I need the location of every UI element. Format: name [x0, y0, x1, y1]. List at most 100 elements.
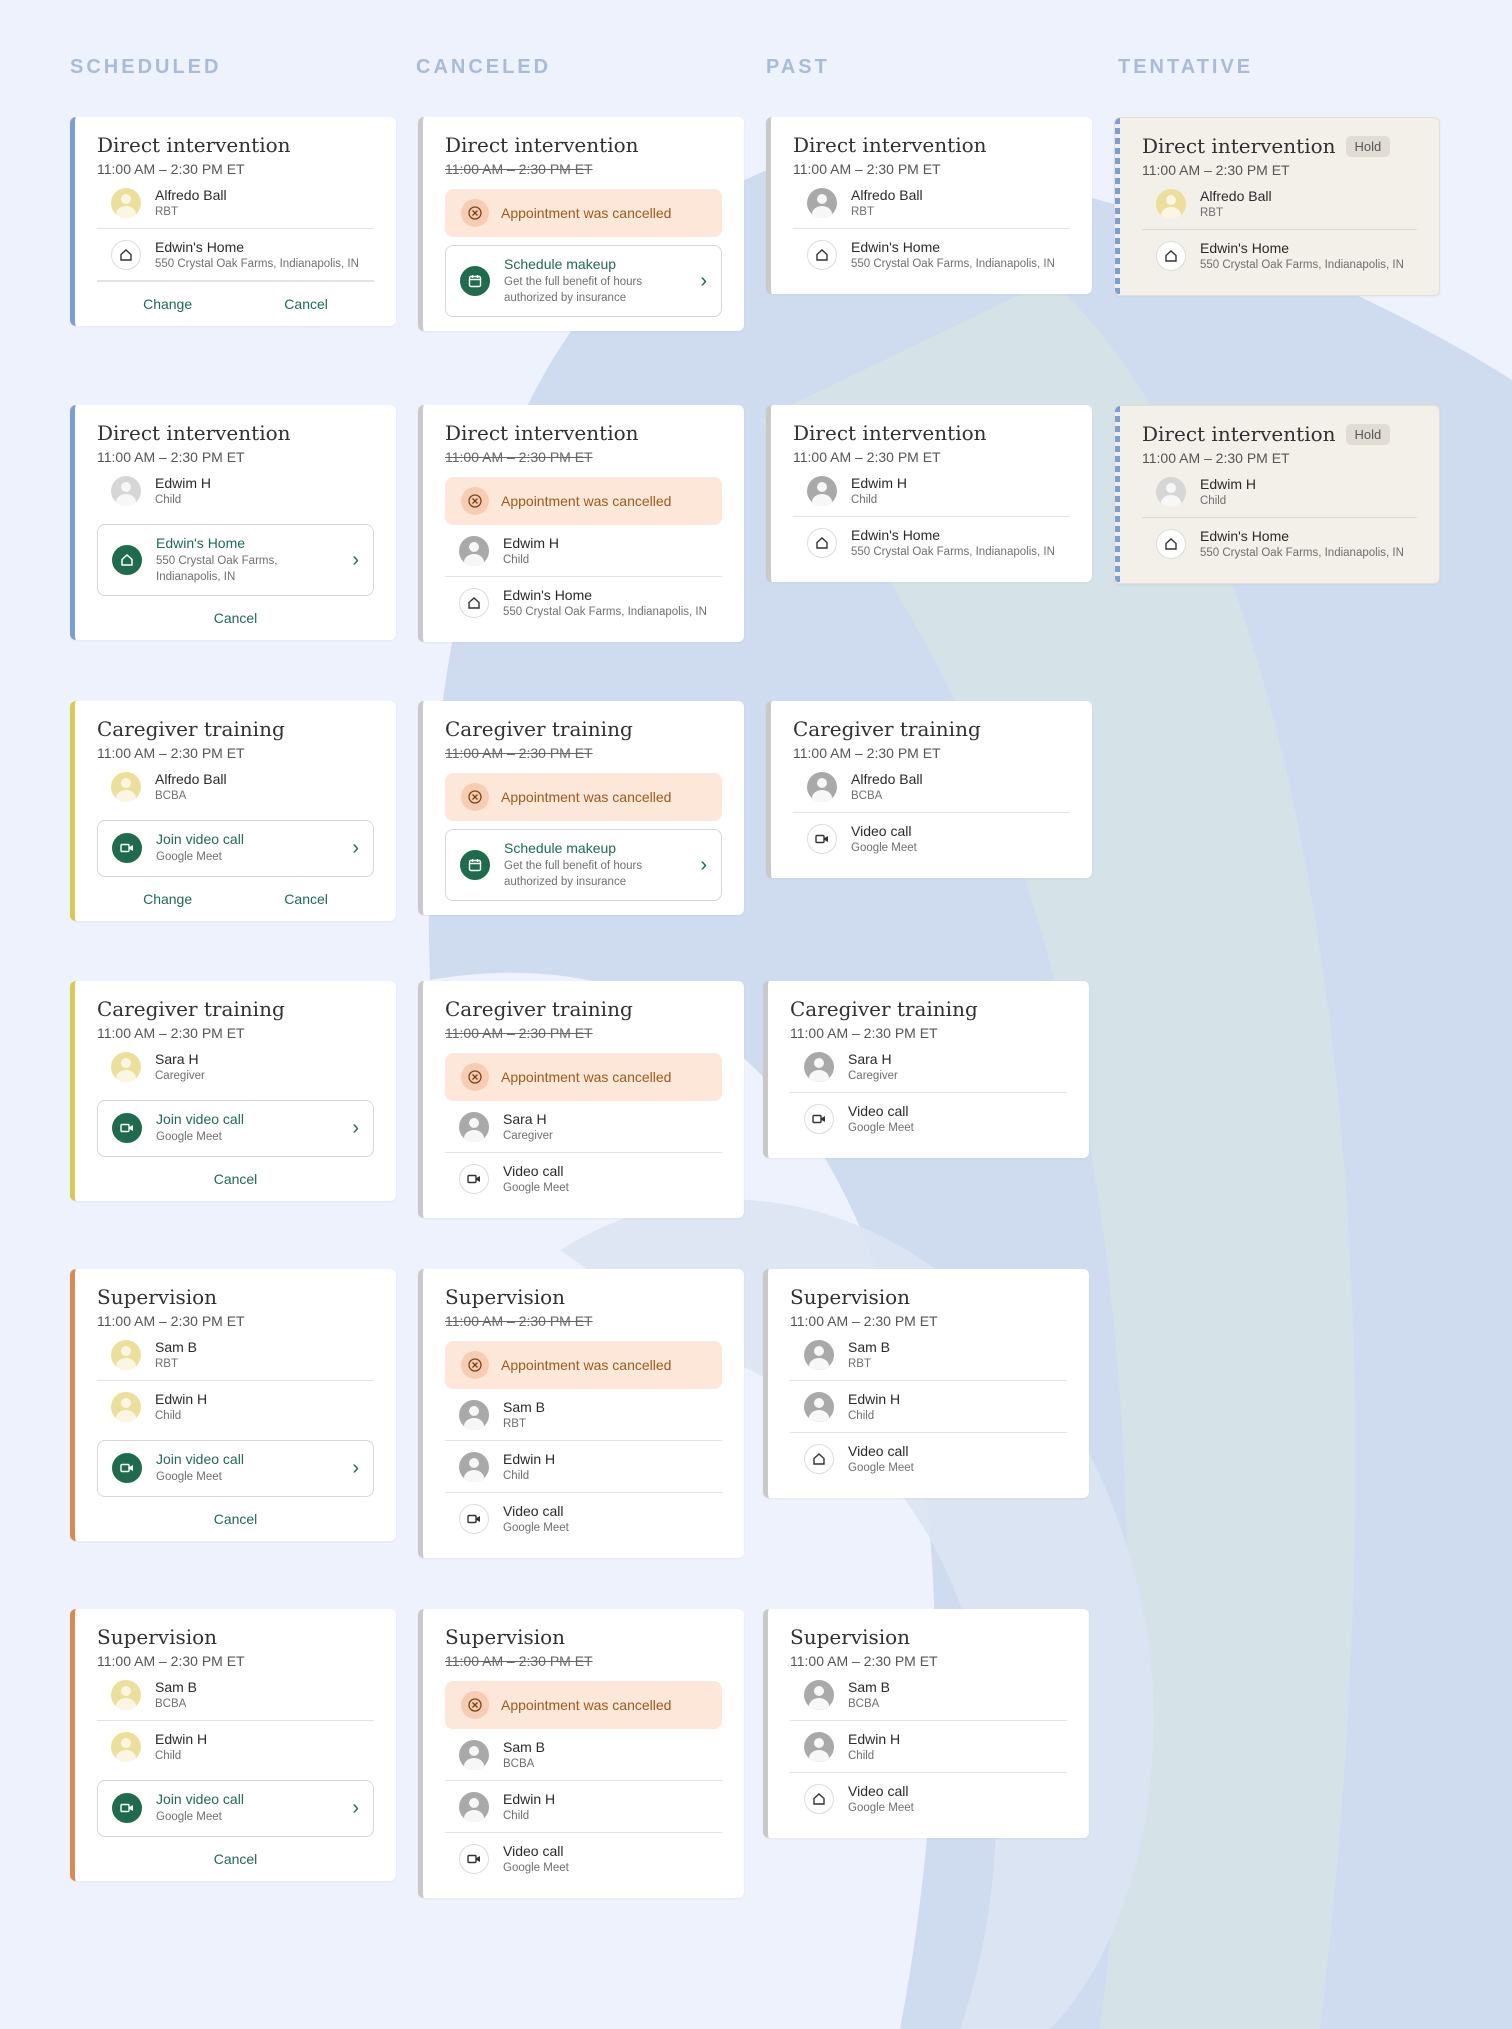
- appointment-card[interactable]: Direct intervention 11:00 AM – 2:30 PM E…: [70, 405, 396, 641]
- cancel-circle-icon: [461, 1063, 489, 1091]
- participant-row: Alfredo Ball RBT: [1142, 178, 1417, 230]
- participant-name: Alfredo Ball: [155, 187, 227, 203]
- avatar: [111, 1391, 141, 1422]
- appointment-card[interactable]: Direct intervention 11:00 AM – 2:30 PM E…: [766, 405, 1092, 582]
- video-camera-icon: [459, 1843, 489, 1874]
- appointment-card[interactable]: Supervision 11:00 AM – 2:30 PM ET Sam B R…: [763, 1269, 1089, 1498]
- appointment-card[interactable]: Caregiver training 11:00 AM – 2:30 PM ET…: [70, 701, 396, 921]
- home-icon: [804, 1443, 834, 1474]
- appointment-card[interactable]: Caregiver training 11:00 AM – 2:30 PM ET…: [70, 981, 396, 1201]
- participant-row: Sam B RBT: [445, 1389, 722, 1441]
- appointment-title: Caregiver training: [793, 717, 981, 741]
- appointment-card[interactable]: Supervision 11:00 AM – 2:30 PM ET Sam B B…: [763, 1609, 1089, 1838]
- appointment-time: 11:00 AM – 2:30 PM ET: [445, 745, 593, 761]
- cancel-button[interactable]: Cancel: [214, 610, 258, 626]
- address-line-1: 550 Crystal Oak Farms,: [156, 555, 278, 567]
- participant-row: Edwim H Child: [97, 465, 374, 516]
- home-icon: [111, 239, 141, 270]
- avatar: [1156, 476, 1186, 507]
- video-provider: Google Meet: [848, 1802, 914, 1814]
- participant-role: Caregiver: [503, 1130, 553, 1142]
- participant-name: Edwim H: [851, 475, 908, 491]
- video-provider: Google Meet: [156, 1471, 222, 1483]
- participant-row: Alfredo Ball RBT: [793, 177, 1070, 229]
- cancel-button[interactable]: Cancel: [214, 1171, 258, 1187]
- appointment-card[interactable]: Direct intervention 11:00 AM – 2:30 PM E…: [70, 117, 396, 326]
- avatar: [807, 187, 837, 218]
- cancel-button[interactable]: Cancel: [214, 1851, 258, 1867]
- chevron-right-icon: ›: [352, 1456, 359, 1479]
- appointment-title: Supervision: [790, 1285, 911, 1309]
- video-call-row: Video call Google Meet: [793, 813, 1070, 864]
- appointment-card[interactable]: Caregiver training 11:00 AM – 2:30 PM ET…: [418, 701, 744, 916]
- video-call-row: Video call Google Meet: [790, 1773, 1067, 1824]
- video-provider: Google Meet: [503, 1862, 569, 1874]
- join-video-call-button[interactable]: Join video call Google Meet ›: [97, 1100, 374, 1157]
- participant-name: Sara H: [503, 1111, 547, 1127]
- video-camera-icon: [112, 833, 142, 864]
- calendar-icon: [460, 850, 490, 881]
- makeup-title: Schedule makeup: [504, 256, 617, 272]
- join-video-label: Join video call: [156, 1451, 244, 1467]
- avatar: [459, 1399, 489, 1430]
- location-address: 550 Crystal Oak Farms, Indianapolis, IN: [1200, 547, 1404, 559]
- video-provider: Google Meet: [156, 1811, 222, 1823]
- participant-row: Sara H Caregiver: [97, 1041, 374, 1092]
- avatar: [804, 1339, 834, 1370]
- appointment-card[interactable]: Direct intervention 11:00 AM – 2:30 PM E…: [766, 117, 1092, 294]
- participant-name: Edwim H: [503, 535, 560, 551]
- appointment-card[interactable]: Supervision 11:00 AM – 2:30 PM ET Appoin…: [418, 1609, 744, 1898]
- join-video-call-button[interactable]: Join video call Google Meet ›: [97, 820, 374, 877]
- appointment-card[interactable]: Supervision 11:00 AM – 2:30 PM ET Appoin…: [418, 1269, 744, 1558]
- location-name: Edwin's Home: [851, 239, 941, 255]
- cancelled-banner: Appointment was cancelled: [445, 1681, 722, 1729]
- avatar: [459, 1739, 489, 1770]
- appointment-title: Supervision: [97, 1285, 218, 1309]
- schedule-makeup-button[interactable]: Schedule makeup Get the full benefit of h…: [445, 829, 722, 902]
- cancel-button[interactable]: Cancel: [284, 891, 328, 907]
- video-call-label: Video call: [848, 1103, 909, 1119]
- appointment-card[interactable]: Direct intervention Hold 11:00 AM – 2:30…: [1114, 117, 1440, 296]
- appointment-card[interactable]: Caregiver training 11:00 AM – 2:30 PM ET…: [763, 981, 1089, 1158]
- hold-badge: Hold: [1345, 423, 1391, 445]
- participant-role: Child: [503, 1810, 530, 1822]
- location-link[interactable]: Edwin's Home 550 Crystal Oak Farms, Indian…: [97, 524, 374, 597]
- location-row: Edwin's Home 550 Crystal Oak Farms, India…: [445, 577, 722, 628]
- participant-name: Edwin H: [503, 1451, 556, 1467]
- cancelled-text: Appointment was cancelled: [501, 493, 672, 509]
- change-button[interactable]: Change: [143, 296, 192, 312]
- change-button[interactable]: Change: [143, 891, 192, 907]
- appointment-title: Supervision: [790, 1625, 911, 1649]
- join-video-call-button[interactable]: Join video call Google Meet ›: [97, 1780, 374, 1837]
- participant-name: Sam B: [503, 1399, 546, 1415]
- appointment-title: Caregiver training: [97, 717, 285, 741]
- avatar: [111, 771, 141, 802]
- appointment-card[interactable]: Direct intervention Hold 11:00 AM – 2:30…: [1114, 405, 1440, 584]
- cancel-button[interactable]: Cancel: [284, 296, 328, 312]
- video-camera-icon: [459, 1163, 489, 1194]
- home-icon: [1156, 528, 1186, 559]
- makeup-description: Get the full benefit of hours authorized…: [504, 860, 643, 888]
- appointment-card[interactable]: Supervision 11:00 AM – 2:30 PM ET Sam B R…: [70, 1269, 396, 1541]
- participant-name: Edwim H: [155, 475, 212, 491]
- appointment-card[interactable]: Supervision 11:00 AM – 2:30 PM ET Sam B B…: [70, 1609, 396, 1881]
- participant-name: Sam B: [503, 1739, 546, 1755]
- location-row: Edwin's Home 550 Crystal Oak Farms, India…: [793, 229, 1070, 280]
- avatar: [804, 1731, 834, 1762]
- avatar: [459, 1791, 489, 1822]
- avatar: [111, 475, 141, 506]
- appointment-card[interactable]: Direct intervention 11:00 AM – 2:30 PM E…: [418, 117, 744, 332]
- video-camera-icon: [112, 1453, 142, 1484]
- appointment-title: Direct intervention: [793, 421, 987, 445]
- appointment-time: 11:00 AM – 2:30 PM ET: [445, 1313, 593, 1329]
- appointment-card[interactable]: Caregiver training 11:00 AM – 2:30 PM ET…: [766, 701, 1092, 878]
- participant-role: BCBA: [851, 790, 883, 802]
- appointment-card[interactable]: Caregiver training 11:00 AM – 2:30 PM ET…: [418, 981, 744, 1218]
- appointment-card[interactable]: Direct intervention 11:00 AM – 2:30 PM E…: [418, 405, 744, 642]
- location-address: 550 Crystal Oak Farms, Indianapolis, IN: [155, 258, 359, 270]
- makeup-description: Get the full benefit of hours authorized…: [504, 276, 643, 304]
- schedule-makeup-button[interactable]: Schedule makeup Get the full benefit of h…: [445, 245, 722, 318]
- cancel-button[interactable]: Cancel: [214, 1511, 258, 1527]
- participant-role: Child: [155, 1750, 182, 1762]
- join-video-call-button[interactable]: Join video call Google Meet ›: [97, 1440, 374, 1497]
